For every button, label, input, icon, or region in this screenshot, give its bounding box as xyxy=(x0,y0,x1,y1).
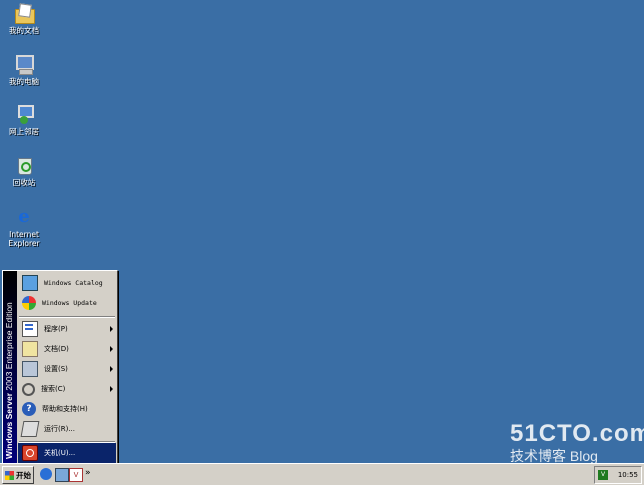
desktop-icon-internet-explorer[interactable]: e Internet Explorer xyxy=(4,206,44,249)
desktop-icon-label: Internet Explorer xyxy=(8,230,40,248)
quicklaunch-ie-icon[interactable] xyxy=(40,468,52,480)
internet-explorer-icon: e xyxy=(18,206,30,227)
desktop-icon-recycle-bin[interactable]: 回收站 xyxy=(4,155,44,187)
desktop-icon-my-computer[interactable]: 我的电脑 xyxy=(4,54,44,86)
desktop-icon-my-documents[interactable]: 我的文档 xyxy=(4,3,44,35)
tray-app-icon[interactable]: V xyxy=(598,470,608,480)
start-menu-banner: Windows Server 2003 Enterprise Edition xyxy=(3,271,17,464)
system-tray: V 10:55 xyxy=(594,466,642,484)
menu-item-windows-catalog[interactable]: Windows Catalog xyxy=(18,273,116,293)
start-button[interactable]: 开始 xyxy=(2,466,34,484)
menu-item-programs[interactable]: 程序(P) xyxy=(18,319,116,339)
shutdown-icon xyxy=(22,445,38,461)
documents-icon xyxy=(22,341,38,357)
menu-item-search[interactable]: 搜索(C) xyxy=(18,379,116,399)
windows-update-icon xyxy=(22,296,36,310)
desktop-icon-label: 我的文档 xyxy=(9,26,39,35)
my-documents-icon xyxy=(14,3,35,24)
tray-clock[interactable]: 10:55 xyxy=(618,471,638,479)
desktop-icon-label: 回收站 xyxy=(12,178,36,187)
menu-item-windows-update[interactable]: Windows Update xyxy=(18,293,116,313)
taskbar: 开始 V » V 10:55 xyxy=(0,463,644,485)
search-icon xyxy=(22,382,35,396)
watermark: 51CTO.com 技术博客 Blog xyxy=(510,420,644,466)
run-icon xyxy=(20,421,40,437)
windows-flag-icon xyxy=(5,470,14,480)
desktop-icon-label: 网上邻居 xyxy=(9,127,39,136)
windows-catalog-icon xyxy=(22,275,38,291)
network-places-icon xyxy=(14,104,34,124)
help-icon: ? xyxy=(22,402,36,416)
submenu-arrow-icon xyxy=(110,326,113,332)
my-computer-icon xyxy=(14,54,34,75)
menu-item-help[interactable]: ? 帮助和支持(H) xyxy=(18,399,116,419)
menu-item-shutdown[interactable]: 关机(U)... xyxy=(18,443,116,463)
quicklaunch-app-icon[interactable]: V xyxy=(69,468,83,482)
desktop-icon-label: 我的电脑 xyxy=(9,77,39,86)
submenu-arrow-icon xyxy=(110,346,113,352)
banner-text: Windows Server 2003 Enterprise Edition xyxy=(4,302,14,459)
start-menu: Windows Server 2003 Enterprise Edition W… xyxy=(2,270,118,465)
menu-item-run[interactable]: 运行(R)... xyxy=(18,419,116,439)
programs-icon xyxy=(22,321,38,337)
menu-item-documents[interactable]: 文档(D) xyxy=(18,339,116,359)
settings-icon xyxy=(22,361,38,377)
watermark-site: 51CTO.com xyxy=(510,420,644,447)
quicklaunch-desktop-icon[interactable] xyxy=(55,468,69,482)
menu-item-settings[interactable]: 设置(S) xyxy=(18,359,116,379)
desktop-icon-network-places[interactable]: 网上邻居 xyxy=(4,104,44,136)
quicklaunch-overflow-button[interactable]: » xyxy=(85,468,97,480)
submenu-arrow-icon xyxy=(110,366,113,372)
recycle-bin-icon xyxy=(14,155,34,175)
submenu-arrow-icon xyxy=(110,386,113,392)
menu-separator xyxy=(19,316,115,318)
